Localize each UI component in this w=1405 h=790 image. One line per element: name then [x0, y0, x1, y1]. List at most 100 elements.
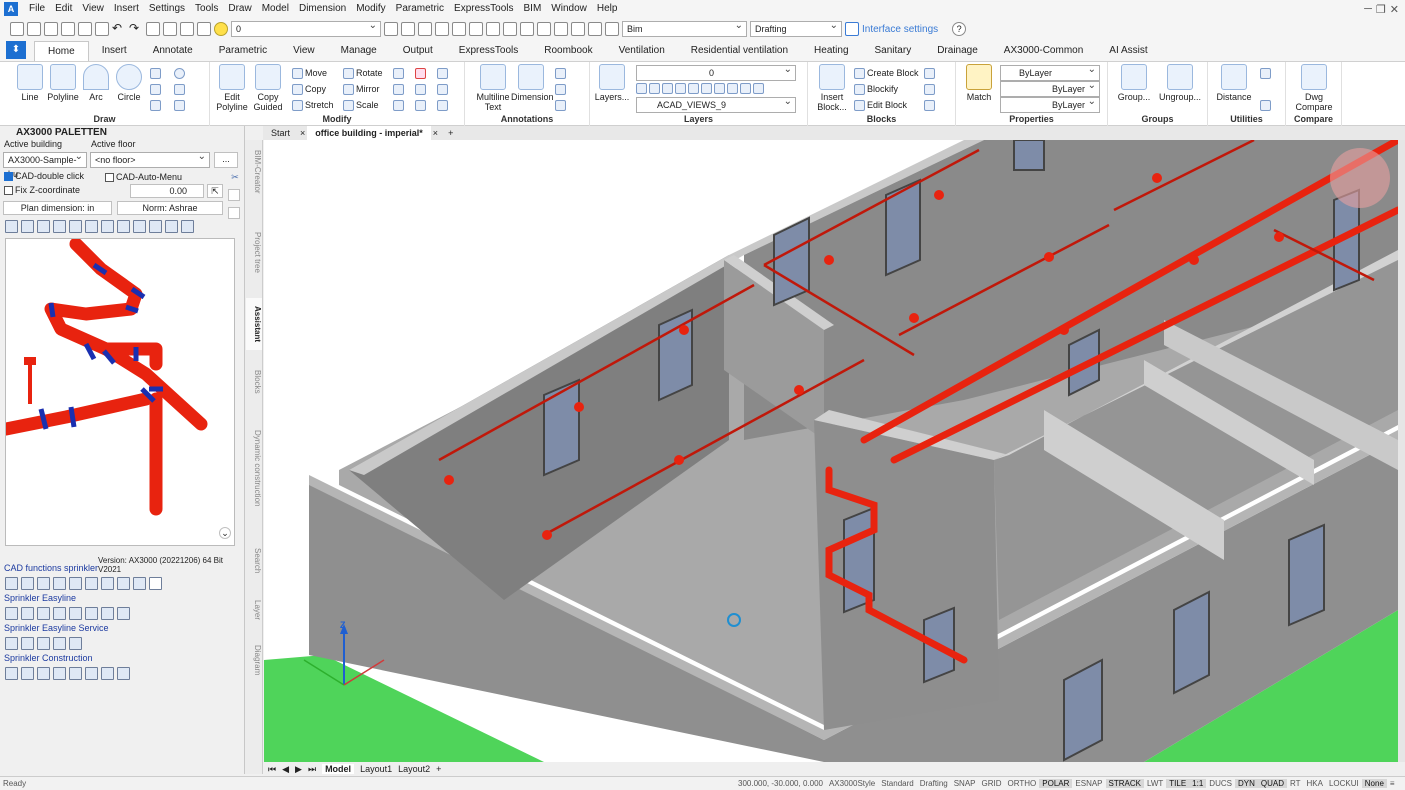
construction-6-icon[interactable]: [85, 667, 98, 680]
linetype-select[interactable]: ByLayer: [1000, 79, 1100, 97]
layout-tab-layout1[interactable]: Layout1: [360, 764, 392, 774]
redo-icon[interactable]: ↷: [129, 22, 143, 36]
layer-delete-icon[interactable]: [486, 22, 500, 36]
explode-tool[interactable]: [393, 98, 406, 112]
layer-iso-icon[interactable]: [418, 22, 432, 36]
quick-select-tool[interactable]: [1260, 66, 1273, 80]
pick-z-icon[interactable]: ⇱: [207, 184, 223, 198]
tab-annotate[interactable]: Annotate: [140, 41, 206, 61]
layer-lock-icon[interactable]: [503, 22, 517, 36]
sprinkler-layer-icon[interactable]: [117, 577, 130, 590]
sprinkler-line-icon[interactable]: [5, 577, 18, 590]
menu-model[interactable]: Model: [257, 0, 294, 18]
side-tab-project-tree[interactable]: Project tree: [246, 232, 262, 273]
tab-ai-assist[interactable]: AI Assist: [1096, 41, 1160, 61]
color-select[interactable]: ByLayer: [1000, 63, 1100, 81]
active-building-select[interactable]: AX3000-Sample-bu: [3, 150, 87, 179]
layer-merge-icon[interactable]: [469, 22, 483, 36]
copy-guided-button[interactable]: Copy Guided: [250, 64, 286, 112]
image-icon[interactable]: [85, 220, 98, 233]
menu-insert[interactable]: Insert: [109, 0, 144, 18]
tab-residential-ventilation[interactable]: Residential ventilation: [678, 41, 801, 61]
dwg-compare-button[interactable]: Dwg Compare: [1294, 64, 1334, 112]
layer-freeze-icon[interactable]: [401, 22, 415, 36]
layer-manager-icon[interactable]: [180, 22, 194, 36]
offset-tool[interactable]: [393, 82, 406, 96]
stretch-tool[interactable]: Stretch: [292, 98, 334, 112]
grid-tool-icon[interactable]: [37, 220, 50, 233]
tab-ax3000-common[interactable]: AX3000-Common: [991, 41, 1096, 61]
layer-current-select[interactable]: 0: [636, 63, 796, 81]
construction-5-icon[interactable]: [69, 667, 82, 680]
doc-tab-start-close-icon[interactable]: ×: [298, 126, 307, 140]
layer-view-select[interactable]: ACAD_VIEWS_9: [636, 95, 796, 113]
application-menu-button[interactable]: ⬍: [6, 41, 26, 59]
block-attr-tool[interactable]: [924, 66, 937, 80]
construction-2-icon[interactable]: [21, 667, 34, 680]
layer-delete2-icon[interactable]: [753, 83, 764, 95]
blockify-tool[interactable]: Blockify: [854, 82, 898, 96]
house-icon[interactable]: [101, 220, 114, 233]
floor-browse-button[interactable]: ...: [214, 152, 238, 168]
first-layout-icon[interactable]: ⏮: [268, 764, 276, 775]
toggle-grid[interactable]: GRID: [979, 779, 1005, 788]
layer-match-icon[interactable]: [688, 83, 699, 95]
construction-8-icon[interactable]: [117, 667, 130, 680]
side-tab-blocks[interactable]: Blocks: [246, 370, 262, 394]
sprinkler-diagonal-icon[interactable]: [21, 577, 34, 590]
ellipse-tool[interactable]: [174, 66, 187, 80]
menu-expresstools[interactable]: ExpressTools: [449, 0, 518, 18]
add-layout-button[interactable]: +: [436, 764, 441, 774]
side-tab-assistant[interactable]: Assistant: [246, 298, 262, 351]
toggle-strack[interactable]: STRACK: [1105, 779, 1144, 788]
dimension-button[interactable]: Dimension: [511, 64, 554, 102]
tab-manage[interactable]: Manage: [328, 41, 390, 61]
tab-expresstools[interactable]: ExpressTools: [446, 41, 531, 61]
sprinkler-globe-icon[interactable]: [133, 577, 146, 590]
layer-state-icon[interactable]: [197, 22, 211, 36]
layer-unlock-icon[interactable]: [520, 22, 534, 36]
easyline-6-icon[interactable]: [85, 607, 98, 620]
menu-tools[interactable]: Tools: [190, 0, 223, 18]
layer-walk-icon[interactable]: [384, 22, 398, 36]
edit-polyline-button[interactable]: Edit Polyline: [214, 64, 250, 112]
tab-insert[interactable]: Insert: [89, 41, 140, 61]
collapse-down-icon[interactable]: ⌄: [219, 527, 231, 539]
app-logo-icon[interactable]: A: [4, 2, 18, 16]
layer-previous-icon[interactable]: [452, 22, 466, 36]
cad-double-click-option[interactable]: CAD-double click: [4, 171, 84, 182]
erase-tool[interactable]: [415, 66, 428, 80]
sprinkler-elbow-icon[interactable]: [101, 577, 114, 590]
doc-tab-office-building[interactable]: office building - imperial*: [307, 126, 431, 140]
tab-heating[interactable]: Heating: [801, 41, 861, 61]
array-tool[interactable]: [393, 66, 406, 80]
settings-icon[interactable]: [571, 22, 585, 36]
print-icon[interactable]: [95, 22, 109, 36]
toggle-lwt[interactable]: LWT: [1144, 779, 1166, 788]
toggle-ducs[interactable]: DUCS: [1206, 779, 1235, 788]
toggle-dyn[interactable]: DYN: [1234, 779, 1258, 788]
undo-icon[interactable]: ↶: [112, 22, 126, 36]
toggle-hka[interactable]: HKA: [1304, 779, 1326, 788]
layer-copy-icon[interactable]: [714, 83, 725, 95]
easyline-5-icon[interactable]: [69, 607, 82, 620]
z-coordinate-input[interactable]: 0.00: [130, 184, 204, 198]
help-icon[interactable]: ?: [952, 22, 967, 36]
vertical-scrollbar[interactable]: [1398, 140, 1405, 762]
fillet-tool[interactable]: [415, 82, 428, 96]
distance-button[interactable]: Distance: [1212, 64, 1256, 102]
line-button[interactable]: Line: [12, 64, 48, 102]
edit-block-tool[interactable]: Edit Block: [854, 98, 907, 112]
new-file-icon[interactable]: [10, 22, 24, 36]
easyline-7-icon[interactable]: [101, 607, 114, 620]
circle-button[interactable]: Circle: [111, 64, 147, 102]
view-cube-icon[interactable]: [1330, 148, 1390, 208]
properties-icon[interactable]: [163, 22, 177, 36]
toggle-ortho[interactable]: ORTHO: [1005, 779, 1040, 788]
tab-ventilation[interactable]: Ventilation: [606, 41, 678, 61]
spline-tool[interactable]: [150, 82, 163, 96]
sprinkler-branch-icon[interactable]: [37, 577, 50, 590]
match-button[interactable]: Match: [960, 64, 998, 102]
status-mode[interactable]: Drafting: [917, 779, 951, 788]
menu-edit[interactable]: Edit: [50, 0, 77, 18]
